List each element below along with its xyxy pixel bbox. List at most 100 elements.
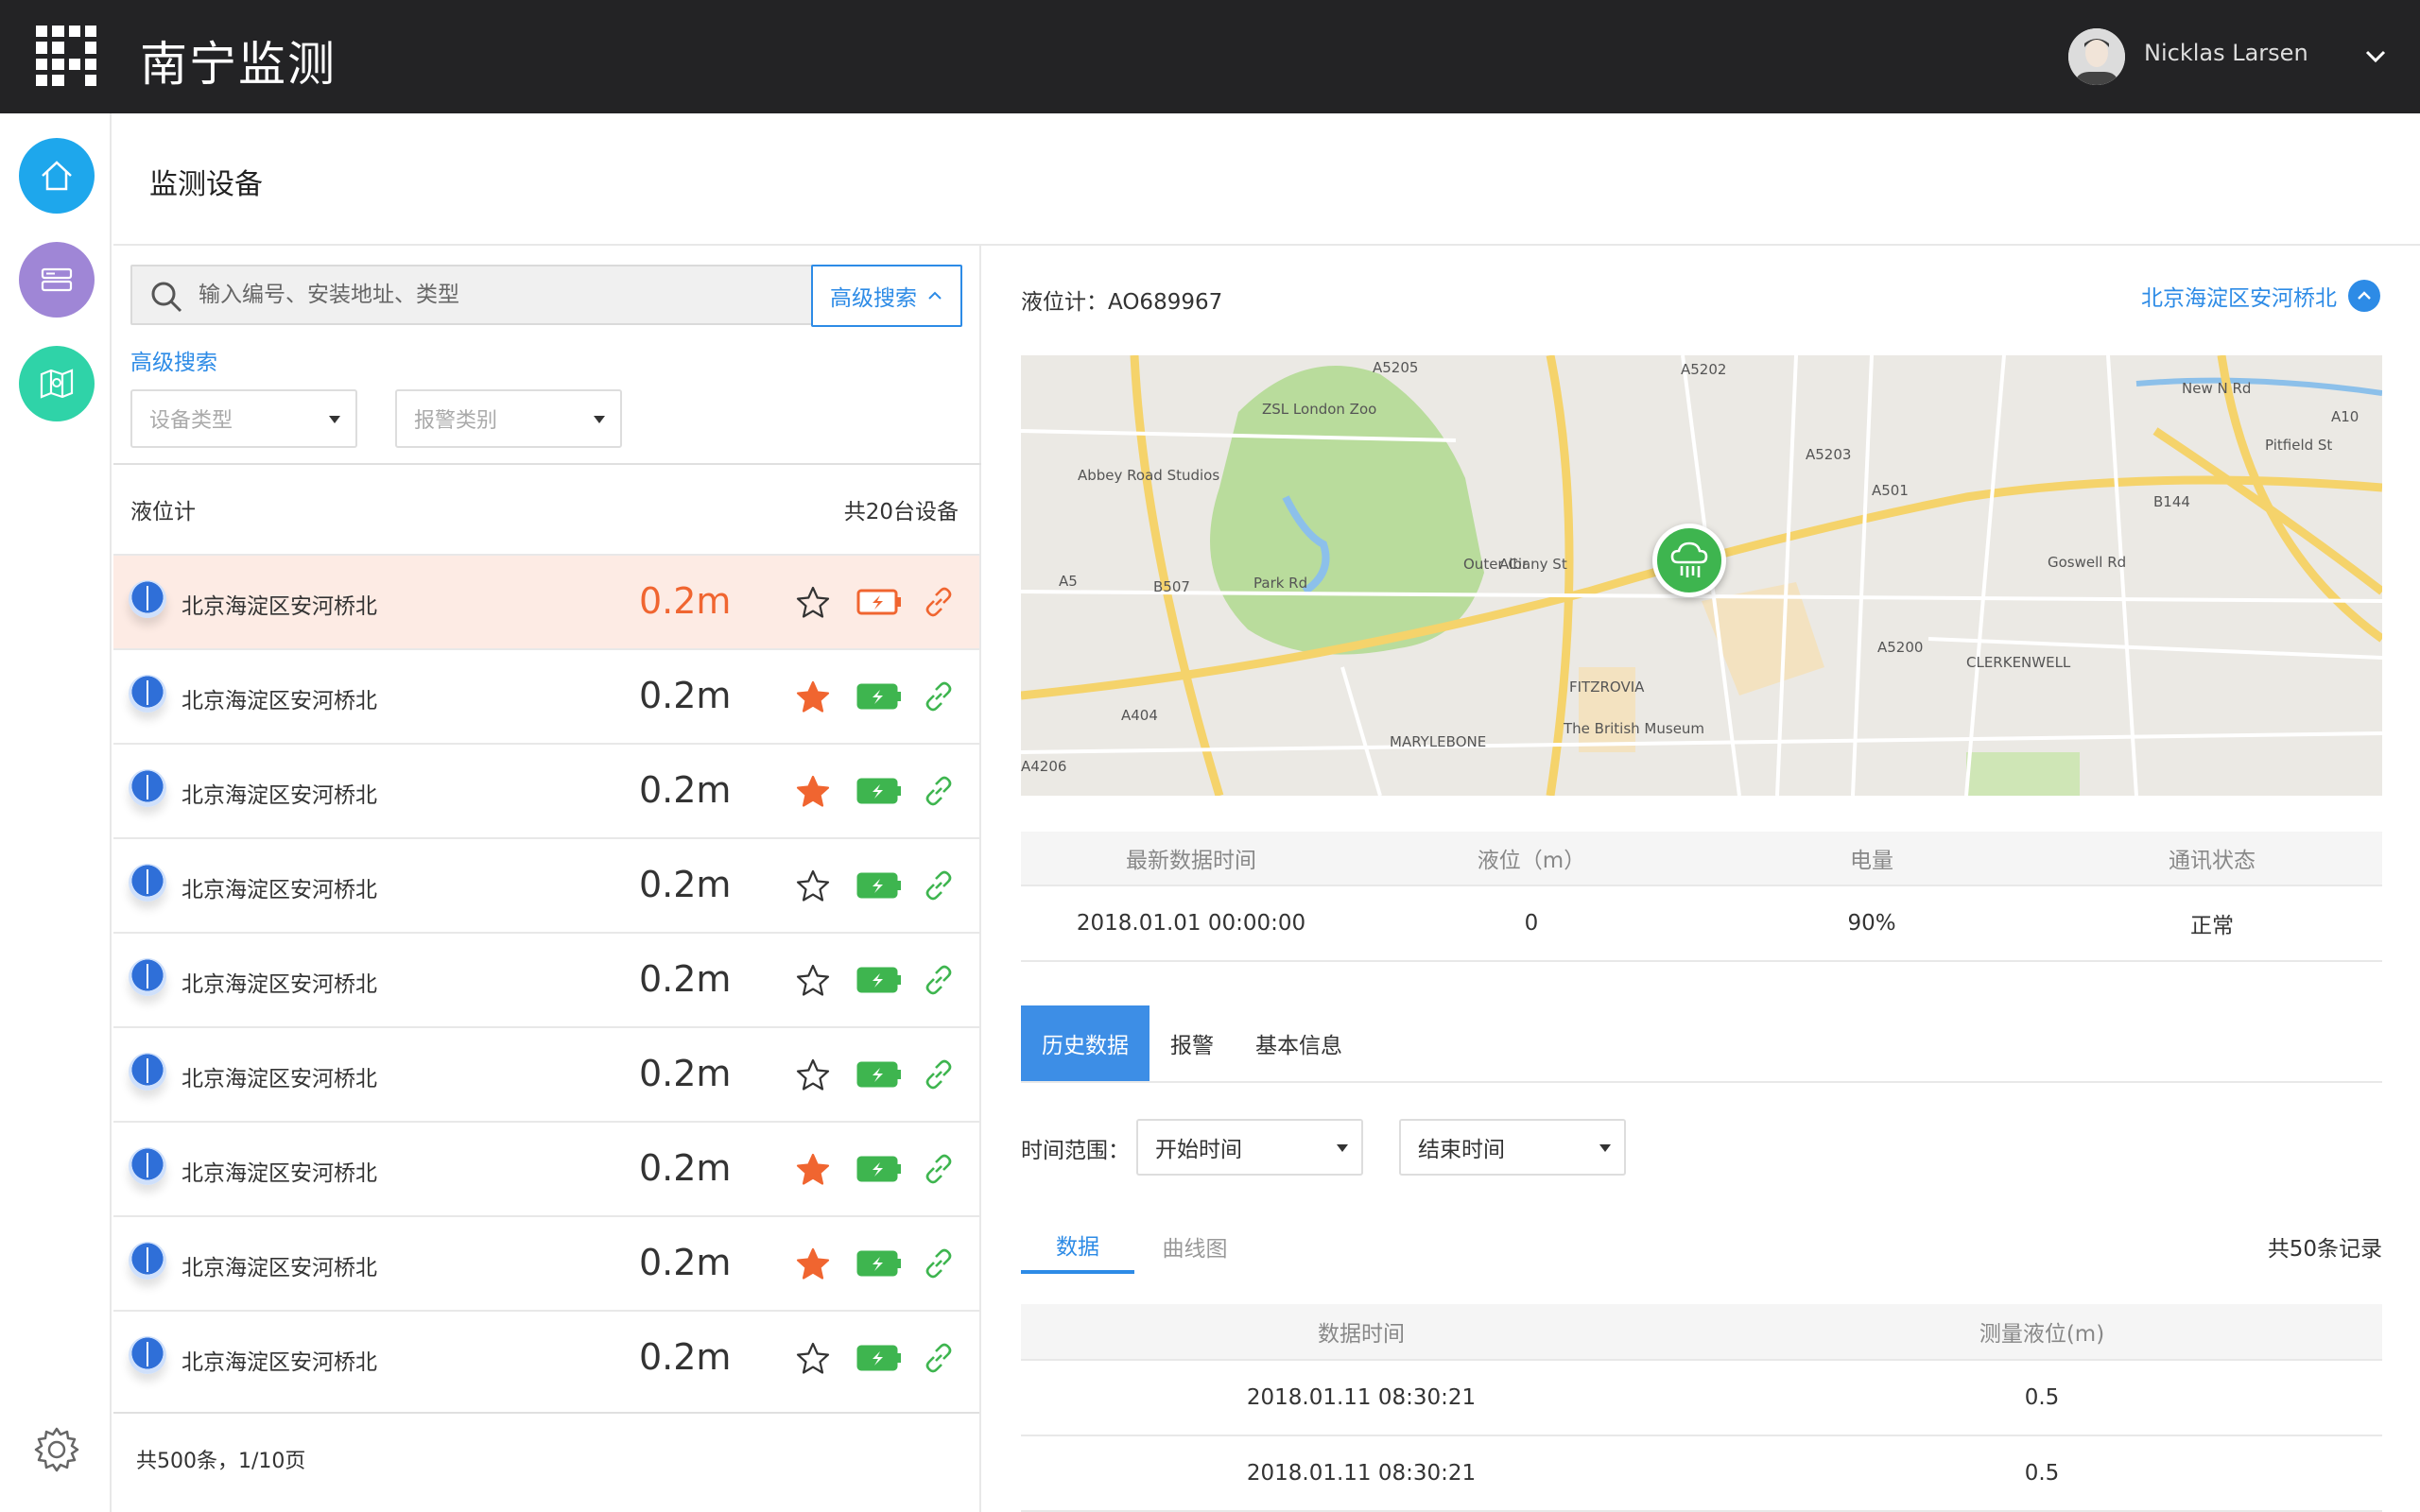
list-item[interactable]: 北京海淀区安河桥北 0.2m <box>113 932 979 1026</box>
chevron-up-icon <box>928 291 942 300</box>
map-label-outer-cir: Outer Cir <box>1463 556 1529 573</box>
list-item[interactable]: 北京海淀区安河桥北 0.2m <box>113 554 979 648</box>
link-icon[interactable] <box>921 1340 957 1376</box>
gauge-icon <box>129 580 166 618</box>
star-icon[interactable] <box>794 1340 832 1378</box>
link-icon[interactable] <box>921 962 957 998</box>
search-input[interactable] <box>199 274 879 316</box>
star-icon[interactable] <box>794 584 832 622</box>
advanced-search-label: 高级搜索 <box>830 286 917 311</box>
devices-nav-button[interactable] <box>19 242 95 318</box>
location-text: 北京海淀区安河桥北 <box>2141 286 2337 311</box>
tab-basic-info[interactable]: 基本信息 <box>1235 1005 1363 1081</box>
link-icon[interactable] <box>921 1057 957 1092</box>
list-item[interactable]: 北京海淀区安河桥北 0.2m <box>113 837 979 932</box>
home-icon <box>42 161 72 191</box>
settings-gear-icon[interactable] <box>30 1423 83 1476</box>
link-icon[interactable] <box>921 1246 957 1281</box>
header-data-time: 数据时间 <box>1318 1322 1405 1347</box>
list-item[interactable]: 北京海淀区安河桥北 0.2m <box>113 1121 979 1215</box>
tab-history[interactable]: 历史数据 <box>1021 1005 1150 1081</box>
record-count: 共50条记录 <box>2267 1237 2382 1262</box>
home-nav-button[interactable] <box>19 138 95 214</box>
device-address: 北京海淀区安河桥北 <box>182 972 377 997</box>
device-type-select[interactable]: 设备类型 <box>130 389 357 448</box>
divider <box>113 1412 979 1414</box>
star-icon[interactable] <box>794 1057 832 1094</box>
battery-icon <box>856 1156 901 1182</box>
device-address: 北京海淀区安河桥北 <box>182 594 377 619</box>
map-label-british-museum: The British Museum <box>1564 720 1705 737</box>
gauge-icon <box>129 864 166 902</box>
level-value: 0 <box>1524 911 1539 936</box>
device-level-value: 0.2m <box>639 958 732 1000</box>
list-device-type: 液位计 <box>130 500 196 524</box>
list-item[interactable]: 北京海淀区安河桥北 0.2m <box>113 1215 979 1310</box>
table-header: 最新数据时间 液位（m） 电量 通讯状态 <box>1021 832 2382 886</box>
device-type-placeholder: 设备类型 <box>149 409 233 433</box>
advanced-search-link[interactable]: 高级搜索 <box>130 344 217 376</box>
side-rail <box>0 113 112 1512</box>
header-comm-status: 通讯状态 <box>2169 849 2256 873</box>
device-id-label: 液位计：AO689967 <box>1021 290 1223 315</box>
link-icon[interactable] <box>921 1151 957 1187</box>
dropdown-caret-icon <box>1337 1144 1348 1152</box>
measured-level-cell: 0.5 <box>2024 1461 2060 1486</box>
map-label-a5: A5 <box>1059 573 1078 590</box>
star-icon[interactable] <box>794 679 832 716</box>
app-logo[interactable] <box>36 26 96 86</box>
device-map-marker[interactable] <box>1652 524 1726 597</box>
dropdown-caret-icon <box>1599 1144 1611 1152</box>
star-icon[interactable] <box>794 1151 832 1189</box>
alarm-type-select[interactable]: 报警类别 <box>395 389 622 448</box>
device-level-value: 0.2m <box>639 769 732 811</box>
table-row: 2018.01.01 00:00:00 0 90% 正常 <box>1021 886 2382 962</box>
star-icon[interactable] <box>794 773 832 811</box>
chevron-down-icon[interactable] <box>2363 43 2388 68</box>
subtab-curve[interactable]: 曲线图 <box>1138 1219 1252 1274</box>
end-time-select[interactable]: 结束时间 <box>1399 1119 1626 1176</box>
map-label-goswell-rd: Goswell Rd <box>2048 554 2127 571</box>
avatar[interactable] <box>2068 28 2125 85</box>
device-map[interactable]: ZSL London Zoo Abbey Road Studios FITZRO… <box>1021 355 2382 796</box>
link-icon[interactable] <box>921 868 957 903</box>
latest-data-table: 最新数据时间 液位（m） 电量 通讯状态 2018.01.01 00:00:00… <box>1021 832 2382 962</box>
user-menu[interactable]: Nicklas Larsen <box>2042 0 2420 113</box>
pagination-info: 共500条，1/10页 <box>136 1450 306 1473</box>
gauge-icon <box>129 675 166 713</box>
star-icon[interactable] <box>794 868 832 905</box>
subtab-data[interactable]: 数据 <box>1021 1219 1134 1274</box>
gauge-icon <box>129 1336 166 1374</box>
device-address: 北京海淀区安河桥北 <box>182 878 377 902</box>
data-time-cell: 2018.01.11 08:30:21 <box>1246 1461 1477 1486</box>
map-label-a5200: A5200 <box>1877 639 1924 656</box>
end-time-placeholder: 结束时间 <box>1418 1138 1505 1162</box>
list-item[interactable]: 北京海淀区安河桥北 0.2m <box>113 743 979 837</box>
battery-icon <box>856 967 901 993</box>
link-icon[interactable] <box>921 773 957 809</box>
header-latest-time: 最新数据时间 <box>1126 849 1256 873</box>
map-label-pitfield-st: Pitfield St <box>2265 437 2333 454</box>
map-label-clerkenwell: CLERKENWELL <box>1966 654 2071 671</box>
star-icon[interactable] <box>794 1246 832 1283</box>
device-address: 北京海淀区安河桥北 <box>182 1350 377 1375</box>
list-item[interactable]: 北京海淀区安河桥北 0.2m <box>113 1310 979 1404</box>
search-box[interactable] <box>130 265 906 325</box>
gauge-icon <box>129 1242 166 1280</box>
list-item[interactable]: 北京海淀区安河桥北 0.2m <box>113 648 979 743</box>
map-nav-button[interactable] <box>19 346 95 421</box>
device-level-value: 0.2m <box>639 580 732 622</box>
link-icon[interactable] <box>921 679 957 714</box>
advanced-search-button[interactable]: 高级搜索 <box>811 265 962 327</box>
measured-level-cell: 0.5 <box>2024 1385 2060 1410</box>
star-icon[interactable] <box>794 962 832 1000</box>
location-toggle[interactable]: 北京海淀区安河桥北 <box>2141 280 2380 312</box>
battery-icon <box>856 683 901 710</box>
list-item[interactable]: 北京海淀区安河桥北 0.2m <box>113 1026 979 1121</box>
map-label-a5205: A5205 <box>1373 359 1419 376</box>
link-icon[interactable] <box>921 584 957 620</box>
data-time-cell: 2018.01.11 08:30:21 <box>1246 1385 1477 1410</box>
battery-value: 90% <box>1847 911 1896 936</box>
start-time-select[interactable]: 开始时间 <box>1136 1119 1363 1176</box>
tab-alarms[interactable]: 报警 <box>1150 1005 1235 1081</box>
